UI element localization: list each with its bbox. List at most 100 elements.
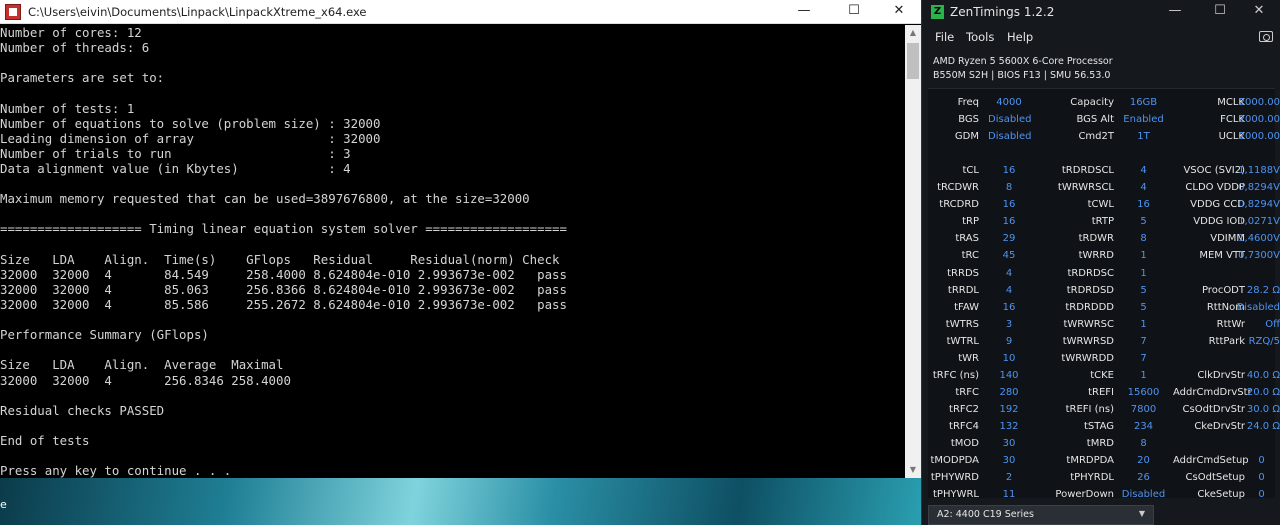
- timing-value: 30: [1002, 455, 1016, 467]
- menu-help[interactable]: Help: [1007, 30, 1033, 44]
- timing-value: 26: [1137, 472, 1150, 484]
- zen-logo-icon: Z: [931, 5, 944, 19]
- console-line: Number of threads: 6: [0, 40, 150, 56]
- timing-value: 30: [1002, 438, 1016, 449]
- timing-value: 0,8294V: [1238, 182, 1280, 194]
- timing-label: tWRWRSCL: [1057, 182, 1114, 194]
- memory-profile-select[interactable]: A2: 4400 C19 Series ▼: [928, 505, 1154, 525]
- timing-value: 234: [1133, 420, 1154, 432]
- timing-value: [1245, 147, 1278, 161]
- timing-value: 1: [1140, 318, 1147, 330]
- timing-value: 8: [1140, 233, 1147, 245]
- timing-label: tRCDRD: [939, 199, 979, 211]
- timing-value: 1T: [1137, 131, 1150, 143]
- timing-value: 1,1188V: [1238, 165, 1280, 177]
- timing-value: 24.0 Ω: [1246, 420, 1280, 432]
- zen-minimize-button[interactable]: —: [1152, 0, 1198, 24]
- console-titlebar[interactable]: C:\Users\eivin\Documents\Linpack\Linpack…: [0, 0, 921, 24]
- timing-value: 16: [1002, 199, 1016, 211]
- timing-label: tRP: [962, 216, 979, 228]
- timing-label: PowerDown: [1055, 489, 1114, 501]
- timing-value: 192: [999, 403, 1019, 415]
- menu-file[interactable]: File: [935, 30, 954, 44]
- timing-value: RZQ/5: [1248, 335, 1280, 347]
- timing-value: Disabled: [988, 131, 1032, 143]
- timing-label: tCKE: [1090, 369, 1114, 381]
- timing-label: BGS Alt: [1076, 114, 1115, 126]
- timing-value: 30.0 Ω: [1246, 403, 1280, 415]
- timing-value: 20: [1137, 455, 1150, 467]
- timing-value: 1: [1140, 250, 1147, 262]
- scroll-thumb[interactable]: [907, 43, 919, 79]
- timing-value: 1,4600V: [1238, 233, 1280, 245]
- timing-value: 4: [1140, 182, 1147, 194]
- app-icon: [5, 4, 21, 20]
- console-line: Size LDA Align. Time(s) GFlops Residual …: [0, 251, 560, 267]
- console-line: End of tests: [0, 432, 90, 448]
- console-scrollbar[interactable]: ▲ ▼: [905, 25, 921, 478]
- timing-value: 29: [1002, 233, 1016, 245]
- timing-label: Freq: [957, 97, 979, 108]
- minimize-button[interactable]: —: [781, 0, 827, 24]
- console-line: Size LDA Align. Average Maximal: [0, 357, 284, 373]
- timing-label: tRDRDSC: [1067, 267, 1114, 279]
- timing-value: 15600: [1127, 386, 1160, 398]
- timing-label: tCL: [962, 165, 979, 177]
- timing-value: 5: [1140, 216, 1147, 228]
- chevron-down-icon: ▼: [1138, 509, 1145, 518]
- console-line: Data alignment value (in Kbytes) : 4: [0, 160, 351, 176]
- timing-value: 11: [1002, 489, 1016, 501]
- scroll-up-icon[interactable]: ▲: [905, 25, 921, 41]
- screenshot-camera-icon[interactable]: [1259, 31, 1273, 42]
- console-line: Maximum memory requested that can be use…: [0, 191, 530, 207]
- timing-label: tRDRDDD: [1065, 301, 1114, 313]
- timings-panel: Freq 4000 Capacity 16GB MCLK 2000.00 BGS Disabl…: [928, 88, 1280, 500]
- console-line: Residual checks PASSED: [0, 402, 165, 418]
- timing-label: tRDRDSD: [1066, 284, 1114, 296]
- timing-value: 280: [999, 386, 1019, 398]
- timing-value: 4: [1005, 267, 1013, 279]
- console-line: Number of cores: 12: [0, 25, 142, 40]
- timing-value: 9: [1005, 335, 1013, 347]
- cpu-name: AMD Ryzen 5 5600X 6-Core Processor: [933, 56, 1113, 67]
- zen-window-title: ZenTimings 1.2.2: [950, 5, 1055, 19]
- timing-value: Disabled: [1121, 489, 1166, 501]
- timing-label: tRFC4: [949, 420, 979, 432]
- timing-label: tREFI (ns): [1065, 403, 1114, 415]
- console-line: =================== Timing linear equati…: [0, 221, 567, 237]
- close-button[interactable]: ✕: [876, 0, 922, 24]
- timing-label: tRRDS: [947, 267, 979, 279]
- desktop-wallpaper: [0, 478, 921, 525]
- timing-value: 40.0 Ω: [1246, 369, 1280, 381]
- timing-value: 2000.00: [1238, 97, 1280, 108]
- menu-tools[interactable]: Tools: [966, 30, 994, 44]
- timing-label: [1173, 267, 1245, 281]
- timing-label: CkeSetup: [1197, 489, 1245, 501]
- timing-value: Disabled: [988, 114, 1032, 126]
- console-line: Parameters are set to:: [0, 70, 165, 86]
- timing-label: tPHYWRD: [930, 472, 979, 484]
- timing-value: 0: [1258, 489, 1265, 501]
- timing-value: 4: [1005, 284, 1013, 296]
- timing-value: 3: [1005, 318, 1013, 330]
- timing-label: [1173, 437, 1245, 451]
- timing-label: BGS: [958, 114, 979, 126]
- zen-titlebar[interactable]: Z ZenTimings 1.2.2 — ☐ ✕: [922, 0, 1280, 24]
- timing-label: [1031, 147, 1114, 161]
- console-output[interactable]: Number of cores: 12 Number of threads: 6 P…: [0, 25, 905, 478]
- timing-label: CsOdtSetup: [1185, 472, 1245, 484]
- timing-label: Cmd2T: [1078, 131, 1114, 143]
- zen-close-button[interactable]: ✕: [1236, 0, 1280, 24]
- timing-label: tMODPDA: [930, 455, 979, 467]
- timing-value: 2: [1005, 472, 1013, 484]
- scroll-down-icon[interactable]: ▼: [905, 462, 921, 478]
- desktop-label: e: [0, 498, 7, 511]
- timing-value: 5: [1140, 284, 1147, 296]
- timing-value: 1: [1140, 369, 1147, 381]
- maximize-button[interactable]: ☐: [831, 0, 877, 24]
- timing-value: 5: [1140, 301, 1147, 313]
